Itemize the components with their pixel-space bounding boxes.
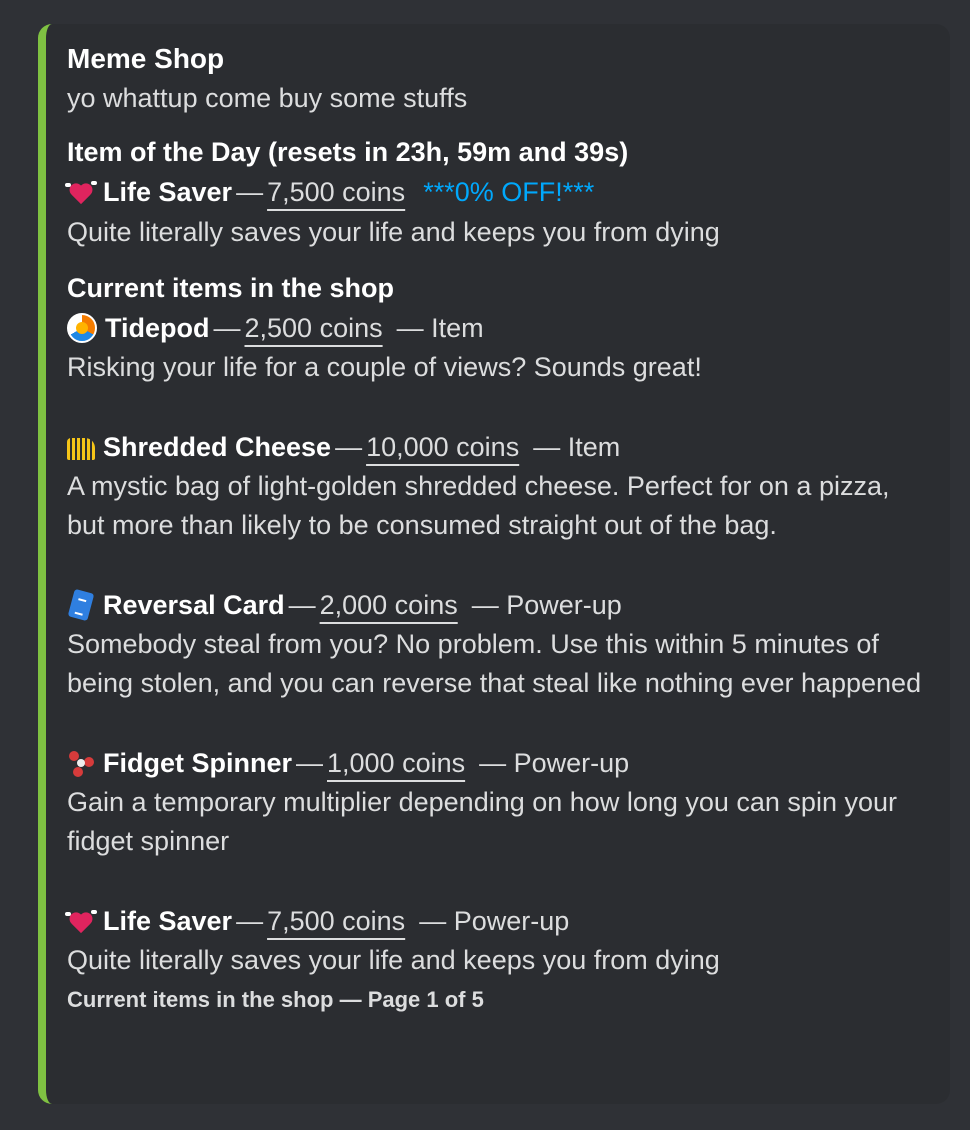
item-price-link[interactable]: 2,500 coins	[245, 308, 397, 348]
item-name: Life Saver	[103, 177, 233, 207]
item-of-the-day-row: Life Saver — 7,500 coins ***0% OFF!***	[65, 172, 930, 212]
heart-icon	[65, 907, 97, 935]
item-name: Fidget Spinner	[103, 747, 292, 778]
item-description: Risking your life for a couple of views?…	[67, 352, 702, 382]
item-type: — Item	[533, 431, 621, 462]
separator: —	[236, 177, 264, 207]
item-row: Reversal Card — 2,000 coins — Power-up	[67, 585, 930, 625]
item-row: Life Saver — 7,500 coins — Power-up	[65, 901, 930, 941]
separator: —	[213, 313, 241, 343]
separator: —	[288, 589, 316, 620]
item-type: — Power-up	[419, 905, 570, 936]
shop-item: Life Saver — 7,500 coins — Power-up Quit…	[65, 901, 930, 981]
tidepod-icon	[67, 313, 97, 343]
item-price-link[interactable]: 10,000 coins	[366, 427, 533, 467]
item-name: Tidepod	[105, 313, 210, 343]
separator: —	[236, 905, 264, 936]
item-description: Quite literally saves your life and keep…	[67, 217, 720, 247]
item-price-link[interactable]: 2,000 coins	[320, 585, 472, 625]
item-row: Shredded Cheese — 10,000 coins — Item	[67, 427, 930, 467]
item-name: Life Saver	[103, 905, 233, 936]
item-price-link[interactable]: 1,000 coins	[327, 743, 479, 783]
shop-item: Shredded Cheese — 10,000 coins — Item A …	[67, 427, 930, 546]
embed-title: Meme Shop	[67, 43, 225, 74]
discount-badge: ***0% OFF!***	[423, 177, 595, 207]
fidget-spinner-icon	[67, 749, 95, 777]
reverse-card-icon	[67, 588, 95, 621]
shop-embed: Meme Shop yo whattup come buy some stuff…	[38, 24, 950, 1104]
item-description: A mystic bag of light-golden shredded ch…	[67, 470, 890, 541]
item-price-link[interactable]: 7,500 coins	[267, 901, 419, 941]
item-type: — Power-up	[471, 589, 622, 620]
shop-item: Reversal Card — 2,000 coins — Power-up S…	[67, 585, 930, 704]
item-type: — Item	[396, 313, 484, 343]
shop-item: Fidget Spinner — 1,000 coins — Power-up …	[67, 743, 930, 862]
item-description: Quite literally saves your life and keep…	[67, 944, 720, 975]
item-price-link[interactable]: 7,500 coins	[267, 172, 419, 212]
current-items-heading: Current items in the shop	[67, 273, 395, 303]
separator: —	[296, 747, 323, 778]
heart-icon	[65, 178, 97, 206]
item-row: Fidget Spinner — 1,000 coins — Power-up	[67, 743, 930, 783]
item-name: Shredded Cheese	[103, 431, 332, 462]
separator: —	[335, 431, 363, 462]
item-name: Reversal Card	[103, 589, 285, 620]
item-of-the-day-heading: Item of the Day (resets in 23h, 59m and …	[67, 137, 629, 167]
embed-description: yo whattup come buy some stuffs	[67, 83, 468, 113]
item-description: Gain a temporary multiplier depending on…	[67, 786, 897, 857]
item-type: — Power-up	[479, 747, 630, 778]
shop-item: Tidepod — 2,500 coins — Item Risking you…	[67, 308, 930, 388]
embed-footer: Current items in the shop — Page 1 of 5	[67, 987, 484, 1012]
cheese-icon	[67, 437, 95, 460]
item-row: Tidepod — 2,500 coins — Item	[67, 308, 930, 348]
item-description: Somebody steal from you? No problem. Use…	[67, 628, 922, 699]
